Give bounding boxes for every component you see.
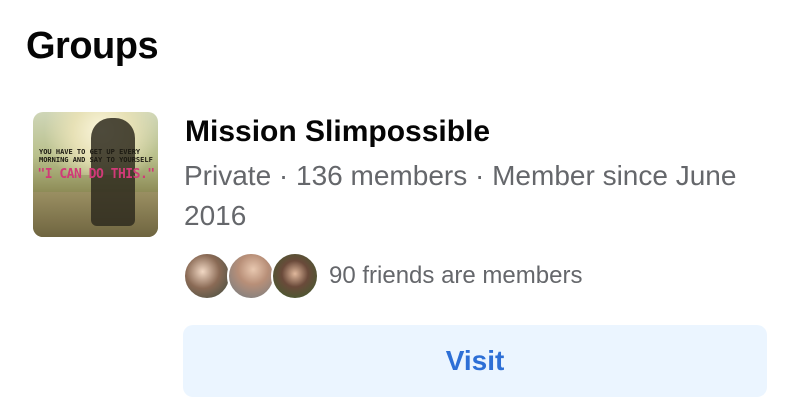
thumbnail-caption-small: YOU HAVE TO GET UP EVERY MORNING AND SAY… [39, 148, 153, 164]
thumbnail-caption-large: "I CAN DO THIS." [37, 167, 155, 182]
friend-avatar-2 [227, 252, 275, 300]
friends-members-text: 90 friends are members [329, 262, 583, 289]
visit-button[interactable]: Visit [183, 325, 767, 397]
group-meta: Private · 136 members · Member since Jun… [184, 160, 737, 231]
friend-avatar-1 [183, 252, 231, 300]
group-thumbnail[interactable]: YOU HAVE TO GET UP EVERY MORNING AND SAY… [33, 112, 158, 237]
section-title: Groups [26, 25, 159, 67]
friend-avatar-3 [271, 252, 319, 300]
friends-members-row[interactable]: 90 friends are members [183, 251, 582, 301]
group-name[interactable]: Mission Slimpossible [185, 112, 490, 152]
